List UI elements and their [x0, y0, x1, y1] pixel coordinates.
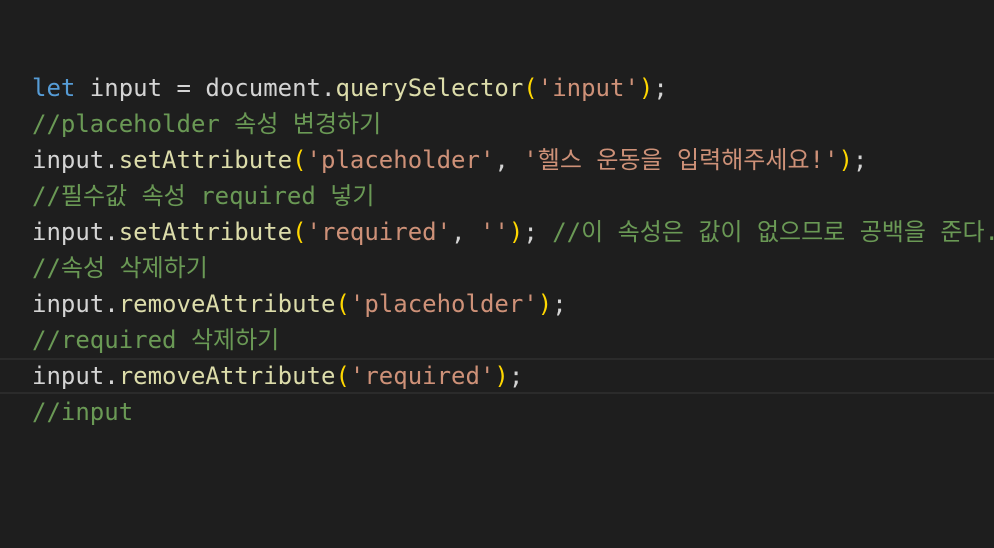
code-token-punc: , — [494, 146, 524, 174]
code-token-punc: ; — [552, 290, 567, 318]
code-token-cm: //placeholder 속성 변경하기 — [32, 110, 382, 138]
code-token-fn: removeAttribute — [118, 290, 336, 318]
code-token-id: input. — [32, 290, 119, 318]
code-token-cm: //필수값 속성 required 넣기 — [32, 182, 375, 210]
code-token-paren: ( — [335, 362, 350, 390]
code-token-fn: setAttribute — [118, 218, 293, 246]
code-token-cm: //input — [32, 398, 134, 426]
code-token-id: input. — [32, 362, 119, 390]
code-token-punc: ; — [852, 146, 868, 174]
code-line[interactable]: //input — [0, 394, 994, 430]
code-token-punc: , — [451, 218, 480, 246]
code-token-id: input. — [32, 146, 119, 174]
code-line[interactable]: input.setAttribute('placeholder', '헬스 운동… — [0, 142, 994, 178]
code-token-fn: querySelector — [335, 74, 524, 102]
code-token-paren: ( — [335, 290, 350, 318]
code-token-punc: ; — [653, 74, 668, 102]
code-token-str: '' — [479, 218, 509, 246]
code-line[interactable]: //placeholder 속성 변경하기 — [0, 106, 994, 142]
code-token-str: 'placeholder' — [349, 290, 538, 318]
code-token-str: 'required' — [306, 218, 452, 246]
code-token-paren: ( — [523, 74, 538, 102]
code-token-id: input. — [32, 218, 119, 246]
code-token-str: 'required' — [349, 362, 495, 390]
code-token-kw: let — [32, 74, 76, 102]
code-token-str: 'input' — [537, 74, 639, 102]
code-token-id: input = document. — [75, 74, 336, 102]
code-line[interactable]: //필수값 속성 required 넣기 — [0, 178, 994, 214]
code-editor[interactable]: let input = document.querySelector('inpu… — [0, 0, 994, 548]
code-line[interactable]: input.setAttribute('required', ''); //이 … — [0, 214, 994, 250]
code-token-cm: //이 속성은 값이 없으므로 공백을 준다. — [552, 218, 994, 246]
code-line[interactable]: //required 삭제하기 — [0, 322, 994, 358]
code-lines[interactable]: let input = document.querySelector('inpu… — [0, 70, 994, 430]
code-token-punc: ; — [523, 218, 553, 246]
code-token-paren: ) — [638, 74, 654, 102]
code-token-paren: ) — [494, 362, 509, 390]
code-line[interactable]: input.removeAttribute('placeholder'); — [0, 286, 994, 322]
code-line[interactable]: input.removeAttribute('required'); — [0, 358, 994, 394]
code-token-str: 'placeholder' — [306, 146, 495, 174]
code-token-fn: setAttribute — [118, 146, 293, 174]
code-line[interactable]: //속성 삭제하기 — [0, 250, 994, 286]
code-token-cm: //속성 삭제하기 — [32, 254, 208, 282]
code-token-cm: //required 삭제하기 — [32, 326, 280, 354]
code-token-paren: ( — [292, 146, 307, 174]
code-token-paren: ) — [508, 218, 524, 246]
code-token-fn: removeAttribute — [118, 362, 336, 390]
code-token-punc: ; — [508, 362, 524, 390]
code-line[interactable]: let input = document.querySelector('inpu… — [0, 70, 994, 106]
code-token-paren: ) — [838, 146, 853, 174]
code-token-paren: ( — [292, 218, 307, 246]
code-token-paren: ) — [537, 290, 553, 318]
code-token-str: '헬스 운동을 입력해주세요!' — [523, 146, 839, 174]
